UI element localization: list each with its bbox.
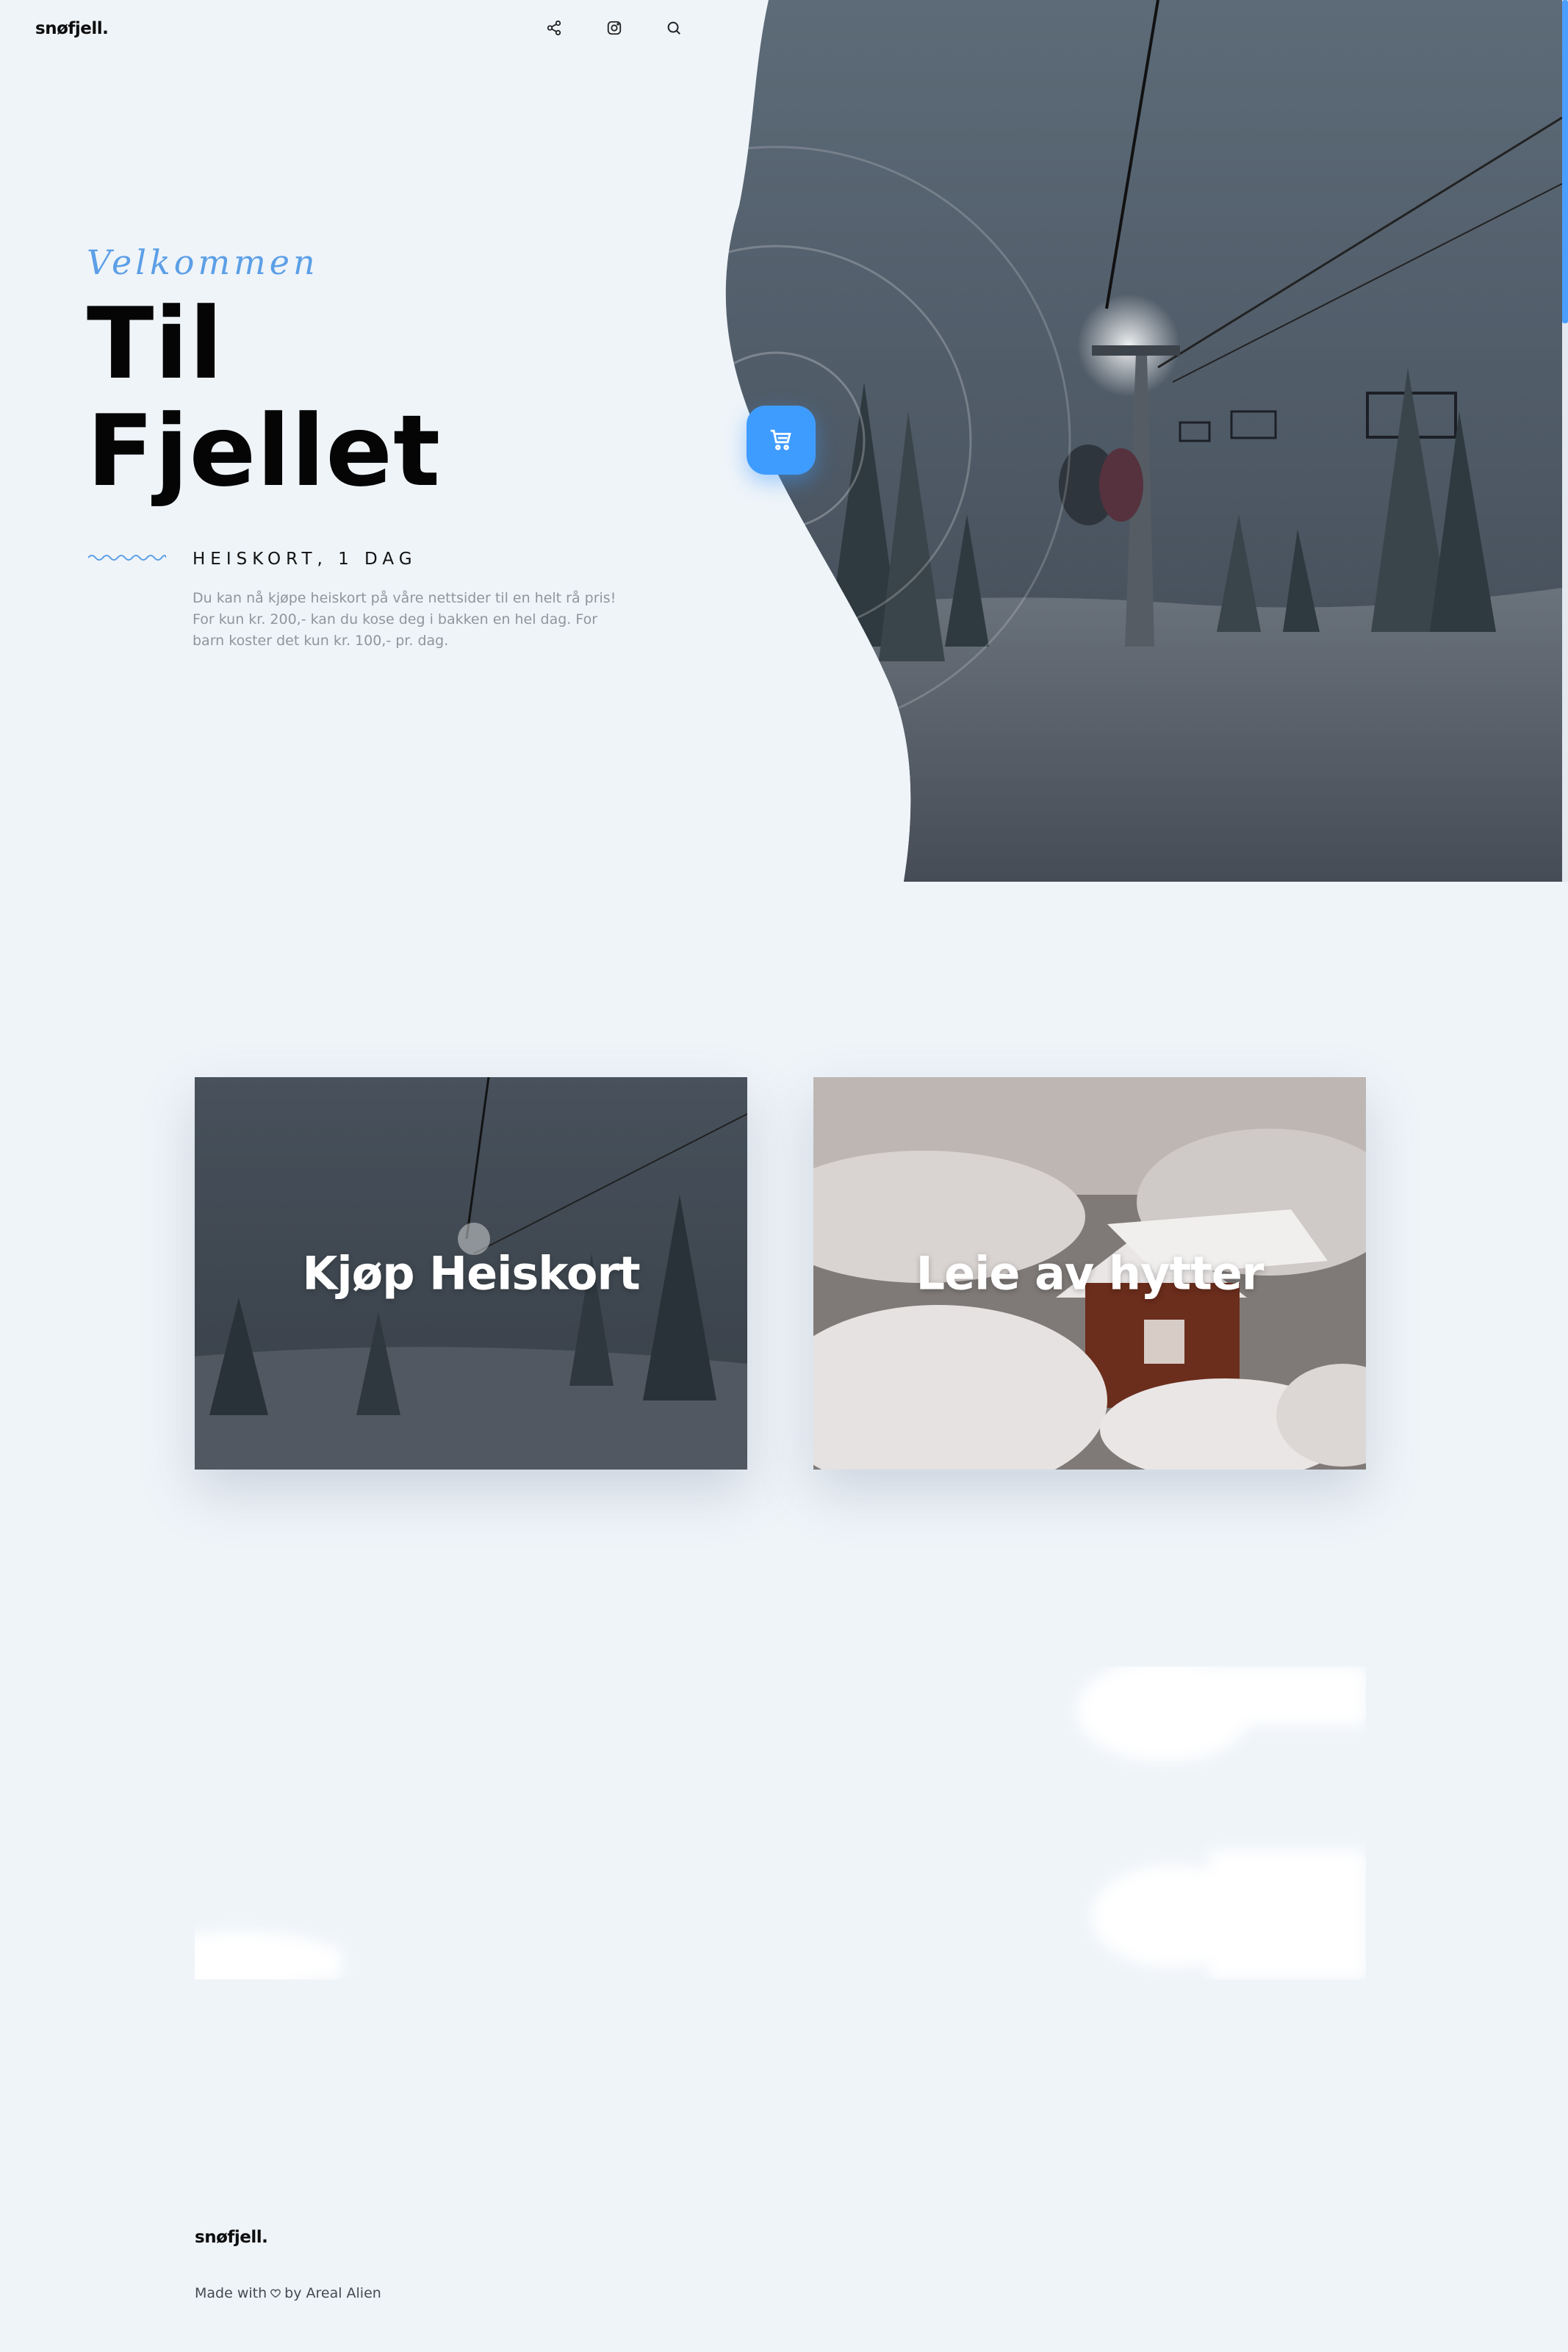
card-buy-lift-pass[interactable]: Kjøp Heiskort	[195, 1077, 747, 1470]
wave-decoration	[88, 555, 166, 561]
cart-button[interactable]	[747, 406, 816, 475]
search-icon[interactable]	[663, 18, 684, 38]
footer-logo[interactable]: snøfjell.	[195, 2228, 268, 2247]
brand-logo[interactable]: snøfjell.	[35, 19, 109, 38]
card-label: Leie av hytter	[916, 1246, 1265, 1301]
credit-author[interactable]: by Areal Alien	[284, 2285, 381, 2301]
hero-description: Du kan nå kjøpe heiskort på våre nettsid…	[193, 590, 616, 649]
scrollbar-thumb[interactable]	[1562, 0, 1568, 323]
credit-prefix: Made with	[195, 2285, 267, 2301]
hero-title: Til Fjellet	[87, 290, 441, 505]
image-placeholder	[195, 1666, 1366, 1979]
card-cabin-rental[interactable]: Leie av hytter	[813, 1077, 1366, 1470]
hero-title-line2: Fjellet	[87, 394, 442, 508]
scrollbar-track[interactable]	[1562, 0, 1568, 882]
cart-icon	[770, 429, 791, 450]
heart-icon	[270, 2289, 281, 2298]
card-label: Kjøp Heiskort	[302, 1246, 640, 1301]
share-icon[interactable]	[544, 18, 564, 38]
welcome-script: Velkommen	[87, 242, 319, 282]
footer-credit: Made with by Areal Alien	[195, 2285, 381, 2301]
hero-title-line1: Til	[87, 287, 224, 401]
hero-image	[724, 0, 1562, 882]
hero-subtitle: HEISKORT, 1 DAG	[193, 550, 417, 569]
instagram-icon[interactable]	[604, 18, 625, 38]
